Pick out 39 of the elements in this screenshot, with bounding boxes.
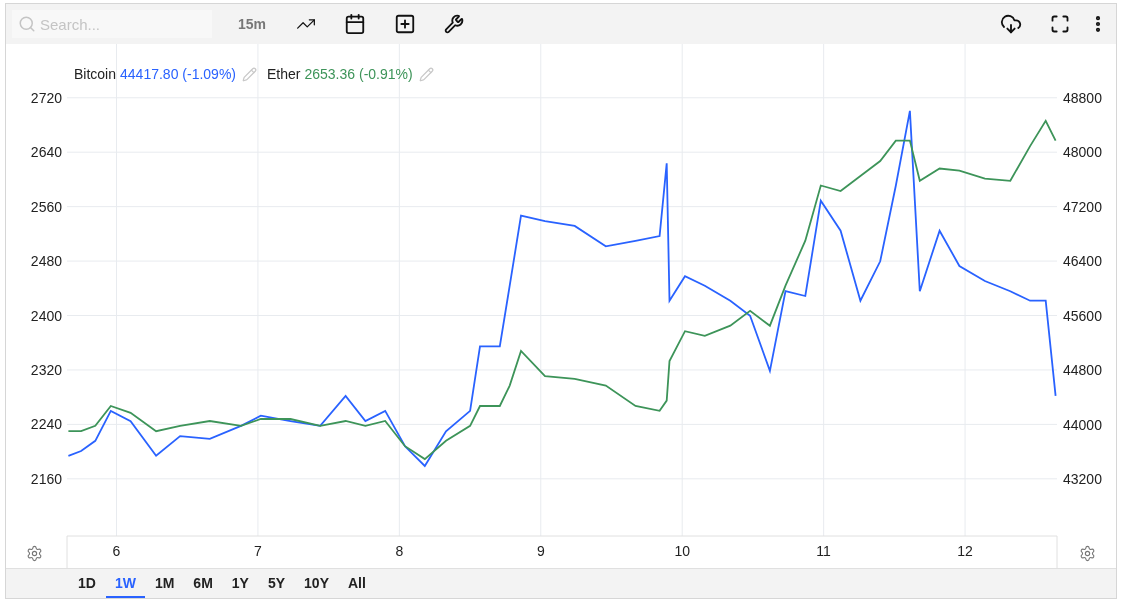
x-axis-label: 10 [674,543,690,559]
settings-icon[interactable] [26,545,43,562]
y-axis-label: 2480 [30,253,62,270]
y-axis-label: 47200 [1063,198,1102,215]
y-axis-label: 2320 [30,361,62,378]
settings-icon[interactable] [1079,545,1096,562]
x-axis-label: 6 [112,543,121,559]
y-axis-label: 45600 [1063,307,1102,324]
search-icon [18,15,36,33]
x-axis-label: 9 [536,543,545,559]
y-axis-label: 2240 [30,416,62,433]
range-tab[interactable]: All [339,569,375,598]
legend-value: 44417.80 (-1.09%) [120,66,236,82]
y-axis-label: 2160 [30,470,62,487]
x-axis-label: 12 [957,543,973,559]
range-tab[interactable]: 1D [69,569,105,598]
y-axis-label: 44000 [1063,416,1102,433]
range-tab[interactable]: 10Y [295,569,338,598]
legend-value: 2653.36 (-0.91%) [304,66,413,82]
y-axis-label: 2400 [30,307,62,324]
y-axis-label: 48000 [1063,144,1102,161]
range-tab[interactable]: 1W [105,569,145,598]
range-tab[interactable]: 5Y [258,569,295,598]
x-axis-label: 8 [395,543,404,559]
legend-label: Ether [267,66,301,82]
y-axis-label: 2560 [30,198,62,215]
range-tab[interactable]: 6M [184,569,222,598]
range-tab[interactable]: 1Y [222,569,258,598]
range-tab[interactable]: 1M [145,569,184,598]
interval-button[interactable]: 15m [234,12,271,36]
x-axis-label: 7 [254,543,262,559]
y-axis-label: 46400 [1063,253,1102,270]
y-axis-label: 2640 [30,144,62,161]
y-axis-label: 48800 [1063,90,1102,106]
y-axis-label: 2720 [30,89,62,106]
x-axis-label: 11 [816,543,831,559]
legend-label: Bitcoin [74,66,117,82]
y-axis-label: 44800 [1063,362,1102,379]
y-axis-label: 43200 [1063,470,1102,487]
